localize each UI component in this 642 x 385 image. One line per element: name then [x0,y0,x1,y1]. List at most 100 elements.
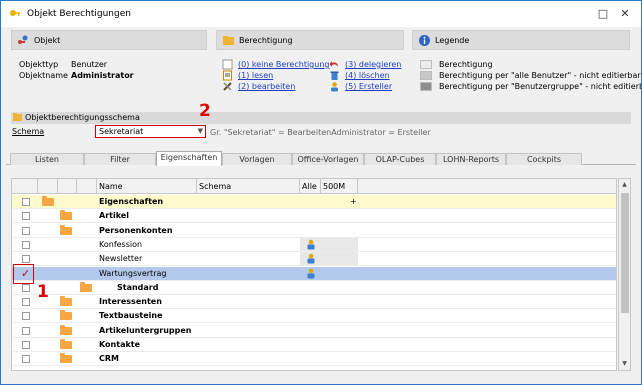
scroll-up-icon[interactable]: ▲ [619,179,630,191]
objekttyp-value: Benutzer [71,60,108,69]
scroll-down-icon[interactable]: ▼ [619,358,630,370]
table-row[interactable]: Newsletter [12,252,616,267]
col-500m[interactable]: 500M [321,179,358,194]
row-checkbox[interactable] [22,212,30,221]
expand-plus-icon[interactable]: + [350,197,357,206]
table-row[interactable]: Kontakte [12,338,616,352]
row-checkbox[interactable] [22,198,30,206]
col-name[interactable]: Name [97,179,197,194]
row-name: Newsletter [99,254,143,264]
row-checkbox[interactable] [22,240,30,249]
folder-icon [60,224,72,235]
tab-lohn-reports[interactable]: LOHN-Reports [436,153,506,165]
objektname-label: Objektname [19,71,68,80]
info-icon [419,35,430,46]
perm-1-link[interactable]: (1) lesen [238,71,273,80]
folder-icon [60,339,72,349]
chevron-down-icon[interactable]: ▼ [198,127,203,135]
key-icon [10,10,20,16]
row-checkbox[interactable] [22,226,30,235]
table-row[interactable]: Konfession [12,237,616,252]
perm-2-link[interactable]: (2) bearbeiten [238,82,295,91]
table-row[interactable]: Eigenschaften + [12,195,616,209]
row-name: Eigenschaften [99,197,164,206]
table-row[interactable]: Artikeluntergruppen [12,324,616,338]
table-row[interactable]: Artikel [12,209,616,224]
row-name: Artikel [99,211,129,221]
legende-header-label: Legende [435,36,470,45]
schema-hint: Gr. "Sekretariat" = BearbeitenAdministra… [210,128,431,137]
row-checkbox[interactable] [22,355,30,364]
tab-listen[interactable]: Listen [10,153,84,165]
row-name: Personenkonten [99,225,173,235]
perm-5-link[interactable]: (5) Ersteller [345,82,392,91]
tab-eigenschaften[interactable]: Eigenschaften [156,151,222,166]
tab-vorlagen[interactable]: Vorlagen [222,153,292,165]
tab-cockpits[interactable]: Cockpits [506,153,582,165]
table-row[interactable]: Textbausteine [12,309,616,324]
row-name: Wartungsvertrag [99,268,167,278]
schema-dropdown[interactable]: Sekretariat ▼ [95,125,206,138]
table-row[interactable]: CRM [12,352,616,367]
user-key-icon [18,35,28,44]
row-checkbox[interactable] [22,312,30,321]
col-icon-1 [38,179,58,194]
schema-section-title: Objektberechtigungsschema [25,113,140,122]
row-checkbox[interactable] [22,255,30,264]
checkbox-highlight [13,264,34,284]
row-checkbox[interactable] [22,326,30,335]
schema-icon [13,113,22,121]
title-bar: Objekt Berechtigungen □ ✕ [1,1,641,27]
close-button[interactable]: ✕ [617,6,633,22]
col-schema[interactable]: Schema [197,179,300,194]
tab-olap-cubes[interactable]: OLAP-Cubes [364,153,436,165]
perm-3-link[interactable]: (3) delegieren [345,60,401,69]
scrollbar-thumb[interactable] [621,193,629,313]
legend-label-all-users: Berechtigung per "alle Benutzer" - nicht… [439,71,641,80]
berechtigung-group-header: Berechtigung [216,30,404,50]
permissions-grid: Name Schema Alle 500M Eigenschaften + Arti… [11,178,617,371]
tab-office-vorlagen[interactable]: Office-Vorlagen [292,153,364,165]
folder-icon [60,310,72,321]
permission-icon [307,239,315,250]
legend-swatch-own [420,60,432,69]
edit-icon [223,82,232,91]
objekt-group-header: Objekt [11,30,207,50]
tab-filter[interactable]: Filter [84,153,156,165]
row-checkbox[interactable] [22,298,30,307]
legend-swatch-all-users [420,71,432,80]
row-name: Kontakte [99,340,141,349]
permission-icon [307,253,315,264]
berechtigung-header-label: Berechtigung [239,36,293,45]
legend-label-own: Berechtigung [439,60,493,69]
col-alle[interactable]: Alle [300,179,321,194]
row-name: Interessenten [99,297,162,307]
delete-icon [330,71,339,80]
row-name: Textbausteine [99,311,163,321]
perm-4-link[interactable]: (4) löschen [345,71,390,80]
read-icon [223,70,232,81]
folder-icon [60,353,72,364]
vertical-scrollbar[interactable]: ▲ ▼ [618,178,631,371]
col-icon-2 [58,179,77,194]
row-name: Konfession [99,239,143,249]
row-checkbox[interactable] [22,283,30,292]
maximize-button[interactable]: □ [595,6,611,22]
objekttyp-label: Objekttyp [19,60,59,69]
row-checkbox[interactable] [22,341,30,349]
legend-swatch-user-group [420,82,432,91]
perm-0-link[interactable]: (0) keine Berechtigung [238,60,329,69]
table-row[interactable]: ✓ Wartungsvertrag [12,266,616,281]
annotation-number-1: 1 [37,282,49,302]
schema-value: Sekretariat [99,127,144,136]
no-permission-icon [222,59,233,70]
table-row[interactable]: Interessenten [12,295,616,310]
row-name: CRM [99,354,119,364]
tab-bar: Listen Filter Eigenschaften Vorlagen Off… [6,151,636,166]
table-row[interactable]: Standard [12,281,616,295]
col-checkbox [12,179,38,194]
table-row[interactable]: Personenkonten [12,224,616,238]
objektname-value: Administrator [71,71,134,80]
creator-icon [331,82,338,92]
annotation-number-2: 2 [199,101,211,121]
